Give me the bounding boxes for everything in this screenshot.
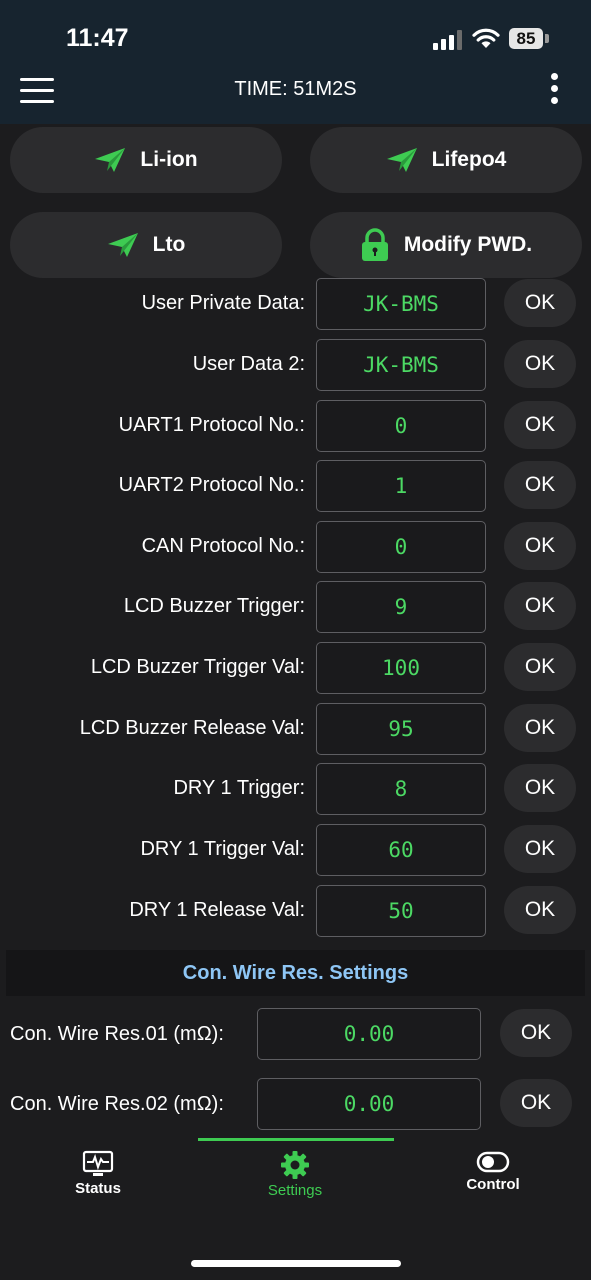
setting-row-user-private-data: User Private Data: JK-BMS OK [0,278,591,332]
setting-value-input[interactable]: 1 [316,460,486,512]
gear-icon [281,1151,309,1179]
paper-plane-icon [95,148,126,172]
setting-row-wire-res-01: Con. Wire Res.01 (mΩ): 0.00 OK [0,1008,591,1062]
status-time: 11:47 [66,24,129,52]
setting-row-wire-res-02: Con. Wire Res.02 (mΩ): 0.00 OK [0,1078,591,1132]
ok-button[interactable]: OK [504,522,576,570]
setting-value-input[interactable]: JK-BMS [316,278,486,330]
setting-label: Con. Wire Res.02 (mΩ): [10,1093,224,1115]
setting-row-can-protocol: CAN Protocol No.: 0 OK [0,521,591,575]
app-bar: TIME: 51M2S [0,62,591,124]
setting-row-lcd-buzzer-trigger-val: LCD Buzzer Trigger Val: 100 OK [0,642,591,696]
setting-row-uart1-protocol: UART1 Protocol No.: 0 OK [0,400,591,454]
setting-row-dry1-release-val: DRY 1 Release Val: 50 OK [0,885,591,939]
preset-lifepo4-button[interactable]: Lifepo4 [310,127,582,193]
tab-settings[interactable]: Settings [235,1150,355,1199]
lock-icon [361,228,388,261]
setting-row-dry1-trigger-val: DRY 1 Trigger Val: 60 OK [0,824,591,878]
ok-button[interactable]: OK [504,764,576,812]
preset-li-ion-button[interactable]: Li-ion [10,127,282,193]
ok-button[interactable]: OK [500,1079,572,1127]
tab-label: Control [466,1176,520,1193]
setting-label: DRY 1 Trigger: [173,777,305,799]
setting-row-dry1-trigger: DRY 1 Trigger: 8 OK [0,763,591,817]
setting-value-input[interactable]: 8 [316,763,486,815]
preset-label: Modify PWD. [403,233,533,256]
preset-label: Lto [152,233,186,256]
setting-value-input[interactable]: 0.00 [257,1078,481,1130]
ok-button[interactable]: OK [504,825,576,873]
setting-label: CAN Protocol No.: [141,535,305,557]
tab-label: Settings [267,1182,323,1199]
ok-button[interactable]: OK [504,401,576,449]
setting-value-input[interactable]: 0 [316,400,486,452]
wifi-icon [472,28,500,48]
setting-value-input[interactable]: JK-BMS [316,339,486,391]
setting-value-input[interactable]: 100 [316,642,486,694]
ok-button[interactable]: OK [504,279,576,327]
section-header-wire-res: Con. Wire Res. Settings [6,950,585,996]
paper-plane-icon [107,233,138,257]
setting-value-input[interactable]: 60 [316,824,486,876]
setting-label: LCD Buzzer Trigger Val: [90,656,305,678]
status-bar: 11:47 85 [0,0,591,62]
preset-label: Lifepo4 [431,148,507,171]
preset-lto-button[interactable]: Lto [10,212,282,278]
ok-button[interactable]: OK [500,1009,572,1057]
ok-button[interactable]: OK [504,704,576,752]
setting-value-input[interactable]: 9 [316,581,486,633]
tab-control[interactable]: Control [433,1150,553,1193]
setting-label: User Data 2: [192,353,305,375]
active-tab-indicator [198,1138,394,1141]
paper-plane-icon [386,148,417,172]
setting-row-lcd-buzzer-release-val: LCD Buzzer Release Val: 95 OK [0,703,591,757]
cellular-signal-icon [433,30,462,50]
monitor-pulse-icon [82,1150,114,1176]
ok-button[interactable]: OK [504,582,576,630]
ok-button[interactable]: OK [504,643,576,691]
tab-label: Status [75,1180,121,1197]
setting-value-input[interactable]: 0 [316,521,486,573]
battery-icon [545,34,549,43]
setting-label: UART1 Protocol No.: [118,414,305,436]
setting-row-user-data-2: User Data 2: JK-BMS OK [0,339,591,393]
more-vertical-icon[interactable] [548,73,560,111]
setting-row-lcd-buzzer-trigger: LCD Buzzer Trigger: 9 OK [0,581,591,635]
modify-password-button[interactable]: Modify PWD. [310,212,582,278]
ok-button[interactable]: OK [504,340,576,388]
bottom-nav: Status Settings Control [0,1138,591,1280]
setting-label: LCD Buzzer Release Val: [79,717,305,739]
setting-label: DRY 1 Release Val: [129,899,305,921]
settings-content[interactable]: Li-ion Lifepo4 Lto Modify PWD. User Priv… [0,124,591,1140]
app-title: TIME: 51M2S [234,78,357,100]
setting-label: User Private Data: [141,292,305,314]
setting-value-input[interactable]: 0.00 [257,1008,481,1060]
preset-label: Li-ion [140,148,198,171]
setting-row-uart2-protocol: UART2 Protocol No.: 1 OK [0,460,591,514]
setting-value-input[interactable]: 50 [316,885,486,937]
setting-label: UART2 Protocol No.: [118,474,305,496]
setting-label: Con. Wire Res.01 (mΩ): [10,1023,224,1045]
ok-button[interactable]: OK [504,886,576,934]
setting-label: LCD Buzzer Trigger: [123,595,305,617]
battery-level: 85 [509,28,543,49]
home-indicator [191,1260,401,1267]
setting-value-input[interactable]: 95 [316,703,486,755]
tab-status[interactable]: Status [38,1150,158,1197]
toggle-icon [476,1151,510,1173]
ok-button[interactable]: OK [504,461,576,509]
setting-label: DRY 1 Trigger Val: [140,838,305,860]
